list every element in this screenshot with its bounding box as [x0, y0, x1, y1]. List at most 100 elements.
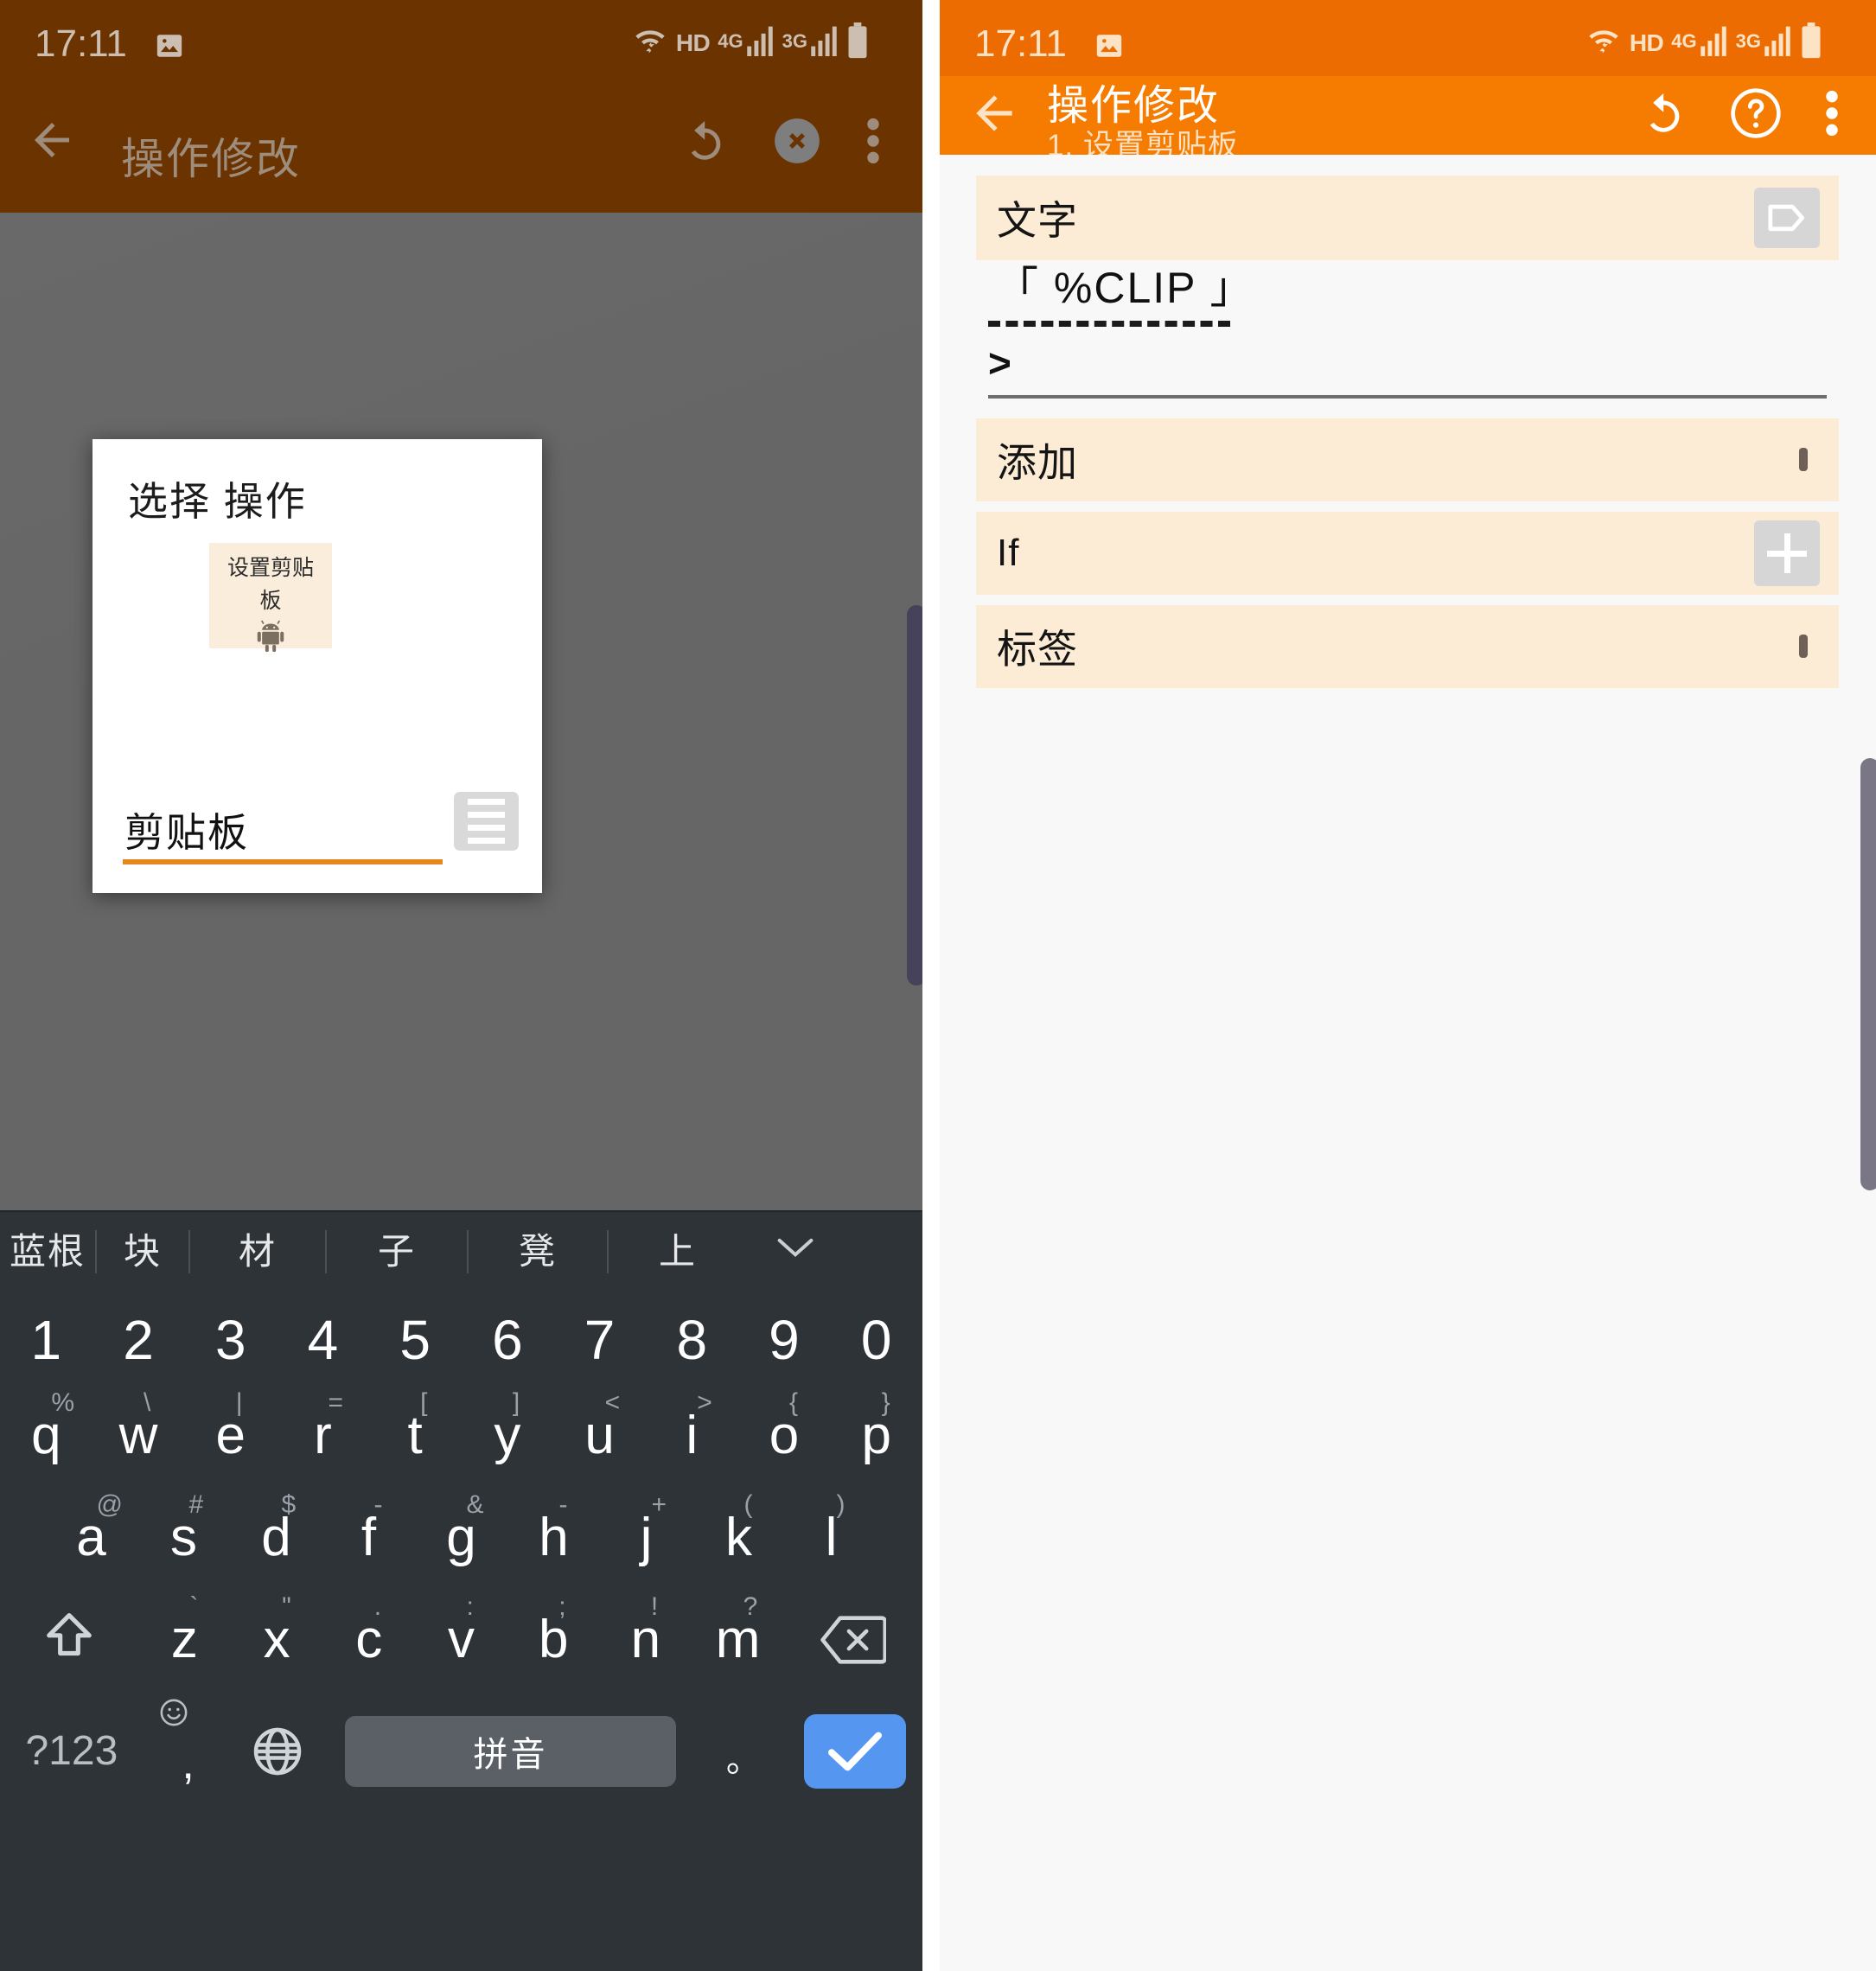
- chevron-down-icon[interactable]: [776, 1235, 814, 1269]
- help-circle-icon[interactable]: [1729, 86, 1783, 144]
- back-arrow-icon[interactable]: [26, 114, 78, 170]
- add-condition-button[interactable]: [1754, 520, 1820, 586]
- field-row-if[interactable]: If: [976, 512, 1839, 595]
- back-arrow-icon[interactable]: [967, 86, 1021, 144]
- key-y[interactable]: ] y: [462, 1385, 554, 1487]
- plus-icon: [1754, 520, 1820, 586]
- candidate-item[interactable]: 材: [190, 1210, 325, 1293]
- key-l[interactable]: ) l: [785, 1487, 877, 1589]
- tag-button[interactable]: [1754, 188, 1820, 248]
- undo-icon[interactable]: [679, 116, 729, 170]
- key-comma[interactable]: ,: [144, 1694, 233, 1808]
- key-sup: }: [881, 1388, 890, 1417]
- overflow-menu-icon[interactable]: [1824, 86, 1840, 144]
- key-9[interactable]: 9: [738, 1295, 831, 1385]
- key-sup: +: [651, 1490, 667, 1519]
- signal-bars-3g-icon: [809, 25, 839, 61]
- space-key[interactable]: 拼音: [322, 1694, 699, 1808]
- key-5[interactable]: 5: [369, 1295, 462, 1385]
- field-label: If: [997, 532, 1020, 574]
- key-label: c: [355, 1610, 383, 1669]
- key-8[interactable]: 8: [646, 1295, 738, 1385]
- key-z[interactable]: ` z: [138, 1589, 231, 1691]
- key-q[interactable]: % q: [0, 1385, 93, 1487]
- cancel-circle-icon[interactable]: [770, 114, 824, 172]
- key-j[interactable]: + j: [600, 1487, 692, 1589]
- text-value-block[interactable]: 「 %CLIP 」 >: [976, 246, 1839, 399]
- key-sup: >: [697, 1388, 712, 1417]
- key-1[interactable]: 1: [0, 1295, 93, 1385]
- action-tile-set-clipboard[interactable]: 设置剪贴板: [209, 543, 332, 653]
- key-k[interactable]: (k: [692, 1487, 785, 1589]
- list-view-icon[interactable]: [454, 792, 519, 851]
- key-label: 。: [725, 1741, 761, 1779]
- dashed-separator: [988, 321, 1230, 327]
- key-o[interactable]: {o: [738, 1385, 831, 1487]
- key-label: v: [448, 1610, 475, 1669]
- key-a[interactable]: @ a: [45, 1487, 137, 1589]
- key-r[interactable]: = r: [277, 1385, 369, 1487]
- globe-language-icon[interactable]: [233, 1694, 322, 1808]
- backspace-icon[interactable]: [784, 1589, 922, 1691]
- undo-icon[interactable]: [1637, 88, 1688, 143]
- key-7[interactable]: 7: [553, 1295, 646, 1385]
- key-period[interactable]: 。: [699, 1694, 788, 1808]
- candidate-item[interactable]: 子: [327, 1210, 467, 1293]
- key-6[interactable]: 6: [462, 1295, 554, 1385]
- key-sup: ;: [558, 1592, 566, 1621]
- key-n[interactable]: ! n: [600, 1589, 692, 1691]
- keyboard-rows: 1 2 3 4 5 6 7 8 9 0 % q \ w | e = r [t]…: [0, 1295, 922, 1971]
- key-p[interactable]: } p: [830, 1385, 922, 1487]
- status-indicators: HD 4G 3G: [632, 22, 869, 63]
- candidate-item[interactable]: 蓝根: [0, 1210, 95, 1293]
- checkbox-icon: [1799, 635, 1808, 658]
- key-b[interactable]: ; b: [507, 1589, 600, 1691]
- tag-icon: [1754, 188, 1820, 248]
- key-3[interactable]: 3: [184, 1295, 277, 1385]
- overflow-menu-icon[interactable]: [865, 114, 881, 172]
- key-2[interactable]: 2: [93, 1295, 185, 1385]
- screen-edge-scroll-handle[interactable]: [1860, 758, 1876, 1190]
- key-label: 8: [676, 1309, 708, 1371]
- key-c[interactable]: .c: [322, 1589, 415, 1691]
- key-f[interactable]: -f: [322, 1487, 415, 1589]
- screen-edge-scroll-handle[interactable]: [907, 605, 922, 986]
- field-row-label[interactable]: 标签: [976, 605, 1839, 688]
- candidate-item[interactable]: 上: [609, 1210, 747, 1293]
- key-g[interactable]: & g: [415, 1487, 507, 1589]
- key-sup: !: [650, 1592, 659, 1621]
- candidate-item[interactable]: 块: [97, 1210, 188, 1293]
- append-checkbox[interactable]: [1799, 448, 1808, 471]
- label-checkbox[interactable]: [1799, 635, 1808, 658]
- key-0[interactable]: 0: [830, 1295, 922, 1385]
- key-label: 3: [214, 1309, 246, 1371]
- enter-key[interactable]: [788, 1694, 922, 1808]
- keyboard-row-asdf: @ a # s $ d -f & g -h + j (k ) l: [0, 1487, 922, 1589]
- field-row-append[interactable]: 添加: [976, 418, 1839, 501]
- key-v[interactable]: :v: [415, 1589, 507, 1691]
- key-t[interactable]: [t: [369, 1385, 462, 1487]
- shift-arrow-icon[interactable]: [0, 1589, 138, 1691]
- key-sup: :: [466, 1592, 474, 1621]
- search-input[interactable]: [123, 802, 443, 858]
- key-label: 6: [492, 1309, 523, 1371]
- key-w[interactable]: \ w: [93, 1385, 185, 1487]
- key-s[interactable]: # s: [137, 1487, 230, 1589]
- status-time: 17:11: [35, 22, 127, 65]
- key-label: u: [584, 1406, 615, 1465]
- key-m[interactable]: ? m: [692, 1589, 784, 1691]
- key-i[interactable]: > i: [646, 1385, 738, 1487]
- symbols-key[interactable]: ?123: [0, 1694, 144, 1808]
- key-4[interactable]: 4: [277, 1295, 369, 1385]
- key-x[interactable]: " x: [231, 1589, 323, 1691]
- key-e[interactable]: | e: [184, 1385, 277, 1487]
- candidate-item[interactable]: 凳: [469, 1210, 607, 1293]
- key-d[interactable]: $ d: [230, 1487, 322, 1589]
- key-label: 1: [30, 1309, 62, 1371]
- key-sup: ): [836, 1490, 845, 1519]
- net-4g-label: 4G: [718, 30, 743, 52]
- key-h[interactable]: -h: [507, 1487, 600, 1589]
- hd-label: HD: [675, 29, 711, 56]
- dialog-title: 选择 操作: [128, 479, 307, 524]
- key-u[interactable]: < u: [553, 1385, 646, 1487]
